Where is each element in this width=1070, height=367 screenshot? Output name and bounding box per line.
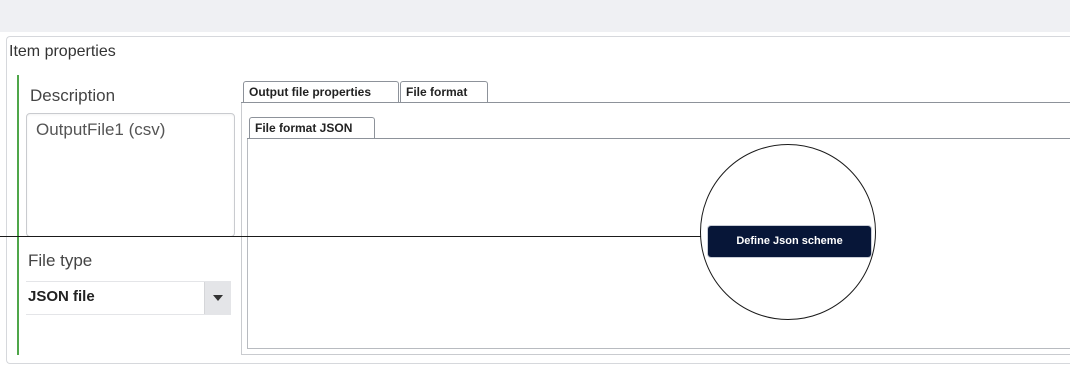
tab-output-file-properties[interactable]: Output file properties [243,81,399,102]
description-label: Description [30,86,116,105]
file-type-label: File type [28,251,93,270]
description-value: OutputFile1 (csv) [36,120,166,139]
define-json-scheme-button[interactable]: Define Json scheme [708,226,871,257]
file-type-selected-value: JSON file [28,288,95,305]
file-type-select[interactable]: JSON file [26,281,231,315]
chevron-down-icon [213,295,223,301]
tab-file-format[interactable]: File format [400,81,488,102]
description-textarea[interactable]: OutputFile1 (csv) [26,113,235,237]
tab-file-format-json[interactable]: File format JSON [249,117,375,138]
section-accent-bar [17,75,19,355]
callout-line [0,236,706,237]
panel-title: Item properties [9,43,116,60]
file-format-json-content [247,138,1070,349]
inner-tab-strip-divider [247,138,1070,139]
dropdown-button[interactable] [204,282,231,314]
top-toolbar-strip [0,0,1070,32]
